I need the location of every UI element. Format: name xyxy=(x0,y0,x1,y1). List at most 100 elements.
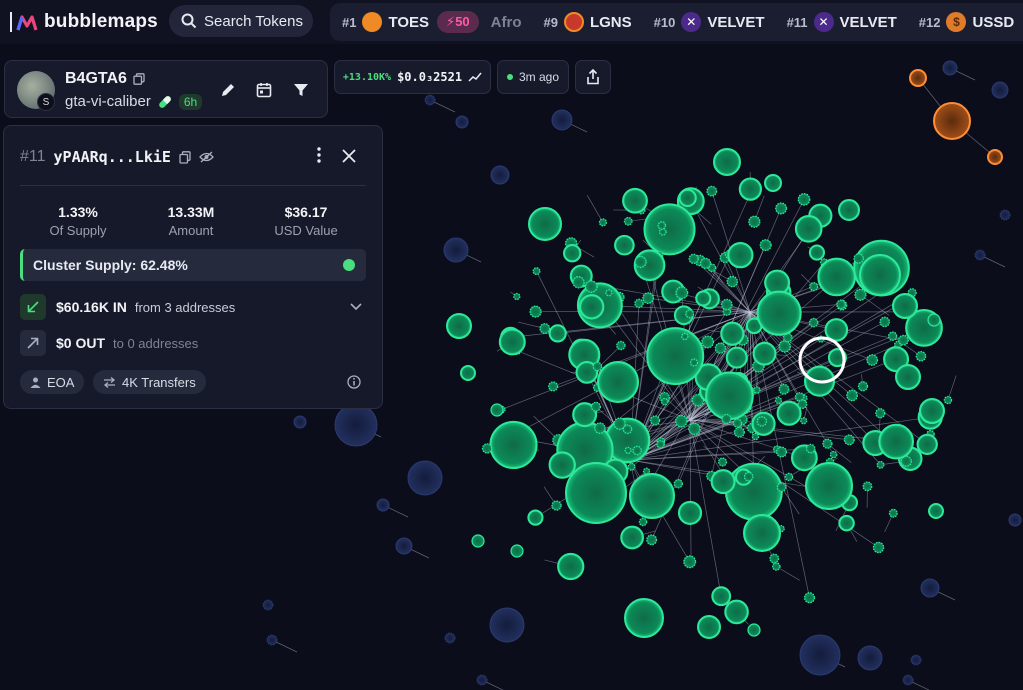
more-options-button[interactable] xyxy=(312,147,326,167)
wallet-bubble[interactable] xyxy=(808,317,819,328)
wallet-bubble[interactable] xyxy=(803,592,816,604)
wallet-bubble[interactable] xyxy=(776,482,787,493)
wallet-bubble[interactable] xyxy=(805,443,816,454)
wallet-bubble[interactable] xyxy=(455,115,469,129)
wallet-bubble[interactable] xyxy=(293,415,307,429)
wallet-bubble[interactable] xyxy=(902,674,914,686)
wallet-bubble[interactable] xyxy=(822,438,833,449)
wallet-bubble[interactable] xyxy=(829,450,838,459)
wallet-bubble[interactable] xyxy=(888,508,898,518)
filter-button[interactable] xyxy=(289,78,313,102)
wallet-bubble[interactable] xyxy=(547,381,559,392)
wallet-bubble[interactable] xyxy=(747,623,761,637)
ticker-item-velvet[interactable]: #10 ✕ VELVET xyxy=(654,12,765,32)
wallet-bubble[interactable] xyxy=(866,354,879,366)
wallet-bubble[interactable] xyxy=(513,292,521,301)
hide-eye-icon[interactable] xyxy=(199,151,214,163)
transfers-chip[interactable]: 4K Transfers xyxy=(93,370,206,394)
wallet-bubble[interactable] xyxy=(565,462,627,524)
wallet-bubble[interactable] xyxy=(262,599,274,611)
wallet-bubble[interactable] xyxy=(752,341,777,366)
wallet-bubble[interactable] xyxy=(724,599,749,625)
wallet-bubble[interactable] xyxy=(649,415,661,426)
wallet-bubble[interactable] xyxy=(685,309,695,319)
wallet-bubble[interactable] xyxy=(721,413,732,425)
wallet-bubble[interactable] xyxy=(614,234,635,256)
wallet-bubble[interactable] xyxy=(853,253,864,264)
wallet-bubble[interactable] xyxy=(916,433,938,456)
wallet-bubble[interactable] xyxy=(551,500,562,511)
wallet-bubble[interactable] xyxy=(717,457,728,467)
wallet-bubble[interactable] xyxy=(854,288,867,301)
wallet-bubble[interactable] xyxy=(799,634,841,676)
wallet-bubble[interactable] xyxy=(675,286,689,300)
wallet-bubble[interactable] xyxy=(634,298,644,309)
wallet-bubble[interactable] xyxy=(797,399,808,410)
wallet-bubble[interactable] xyxy=(756,290,802,336)
wallet-bubble[interactable] xyxy=(705,371,754,421)
wallet-bubble[interactable] xyxy=(778,340,791,353)
info-button[interactable] xyxy=(347,375,361,394)
wallet-bubble[interactable] xyxy=(697,615,721,639)
wallet-bubble[interactable] xyxy=(999,209,1011,221)
chevron-down-icon[interactable] xyxy=(350,303,362,311)
wallet-bubble[interactable] xyxy=(892,293,918,319)
last-update-pill[interactable]: 3m ago xyxy=(497,60,569,94)
wallet-bubble[interactable] xyxy=(751,432,760,441)
wallet-bubble[interactable] xyxy=(824,318,849,342)
wallet-bubble[interactable] xyxy=(909,69,927,87)
wallet-bubble[interactable] xyxy=(673,479,683,489)
wallet-bubble[interactable] xyxy=(646,327,705,386)
wallet-bubble[interactable] xyxy=(771,562,781,571)
wallet-bubble[interactable] xyxy=(598,218,608,227)
wallet-bubble[interactable] xyxy=(838,199,860,221)
wallet-bubble[interactable] xyxy=(774,396,783,405)
wallet-bubble[interactable] xyxy=(471,534,485,548)
price-pill[interactable]: +13.10K% $0.0₃2521 xyxy=(334,60,491,94)
wallet-bubble[interactable] xyxy=(624,446,632,454)
wallet-bubble[interactable] xyxy=(809,282,819,292)
wallet-bubble[interactable] xyxy=(817,257,856,297)
wallet-bubble[interactable] xyxy=(528,207,562,241)
wallet-bubble[interactable] xyxy=(784,472,794,482)
wallet-bubble[interactable] xyxy=(656,440,665,449)
wallet-bubble[interactable] xyxy=(738,177,763,201)
wallet-bubble[interactable] xyxy=(928,503,944,519)
inflow-row[interactable]: $60.16K IN from 3 addresses xyxy=(20,293,366,321)
wallet-bubble[interactable] xyxy=(843,434,855,446)
share-button[interactable] xyxy=(575,60,611,94)
wallet-bubble[interactable] xyxy=(797,192,811,206)
wallet-bubble[interactable] xyxy=(689,358,699,367)
wallet-bubble[interactable] xyxy=(987,149,1003,165)
wallet-bubble[interactable] xyxy=(572,276,585,289)
wallet-bubble[interactable] xyxy=(743,514,781,552)
copy-icon[interactable] xyxy=(179,150,191,164)
wallet-bubble[interactable] xyxy=(769,553,780,564)
wallet-bubble[interactable] xyxy=(510,544,524,558)
wallet-bubble[interactable] xyxy=(748,215,761,228)
wallet-bubble[interactable] xyxy=(539,323,551,335)
wallet-bubble[interactable] xyxy=(622,187,648,214)
wallet-bubble[interactable] xyxy=(395,537,413,555)
wallet-bubble[interactable] xyxy=(862,481,873,492)
wallet-bubble[interactable] xyxy=(910,654,922,666)
wallet-bubble[interactable] xyxy=(490,403,504,417)
close-panel-button[interactable] xyxy=(342,149,358,165)
wallet-bubble[interactable] xyxy=(838,514,855,532)
wallet-bubble[interactable] xyxy=(724,462,783,521)
wallet-bubble[interactable] xyxy=(424,94,436,106)
wallet-bubble[interactable] xyxy=(658,227,667,236)
wallet-bubble[interactable] xyxy=(643,203,696,256)
wallet-bubble[interactable] xyxy=(794,215,823,243)
copy-icon[interactable] xyxy=(133,73,145,85)
wallet-bubble[interactable] xyxy=(991,81,1009,99)
wallet-bubble[interactable] xyxy=(620,525,644,550)
wallet-bubble[interactable] xyxy=(776,400,802,426)
wallet-bubble[interactable] xyxy=(805,462,853,510)
wallet-bubble[interactable] xyxy=(753,386,761,394)
ticker-item-lgns[interactable]: #9 LGNS xyxy=(543,12,632,32)
wallet-bubble[interactable] xyxy=(681,332,689,341)
wallet-bubble[interactable] xyxy=(759,239,772,252)
wallet-bubble[interactable] xyxy=(629,473,675,519)
wallet-bubble[interactable] xyxy=(875,408,886,419)
